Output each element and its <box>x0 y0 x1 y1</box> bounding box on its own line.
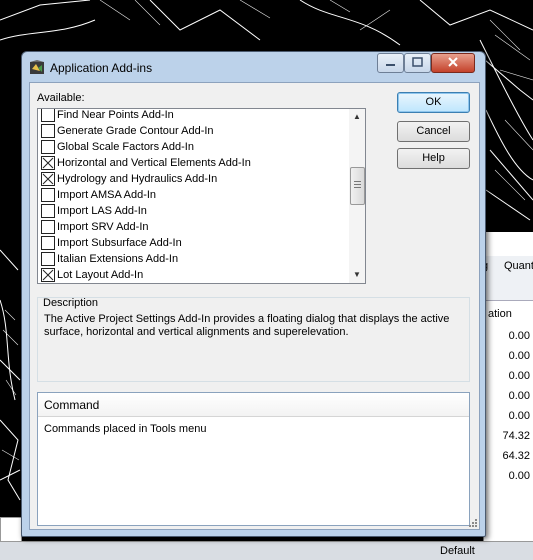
addin-label: Lot Layout Add-In <box>57 269 144 281</box>
minimize-icon <box>386 64 395 66</box>
addin-checkbox[interactable] <box>41 220 55 234</box>
panel-value: 0.00 <box>508 390 530 402</box>
background-quantity-panel: g Quant ation 0.00 0.00 0.00 0.00 0.00 7… <box>482 232 533 542</box>
close-button[interactable] <box>431 53 475 73</box>
list-item[interactable]: Horizontal and Vertical Elements Add-In <box>38 155 348 171</box>
list-item[interactable]: Lot Layout Add-In <box>38 267 348 283</box>
addin-checkbox[interactable] <box>41 109 55 122</box>
addin-label: Global Scale Factors Add-In <box>57 141 194 153</box>
addin-checkbox[interactable] <box>41 172 55 186</box>
command-column-header[interactable]: Command <box>38 393 469 417</box>
available-label: Available: <box>37 92 85 104</box>
addin-checkbox[interactable] <box>41 252 55 266</box>
panel-value: 0.00 <box>508 350 530 362</box>
list-item[interactable]: Import Subsurface Add-In <box>38 235 348 251</box>
resize-grip-icon[interactable] <box>467 517 477 527</box>
dialog-title: Application Add-ins <box>50 61 153 75</box>
panel-header-quantity: Quant <box>504 260 533 272</box>
addin-label: Find Near Points Add-In <box>57 109 174 121</box>
list-item[interactable]: Italian Extensions Add-In <box>38 251 348 267</box>
panel-value: 0.00 <box>508 470 530 482</box>
addin-checkbox[interactable] <box>41 156 55 170</box>
addin-checkbox[interactable] <box>41 140 55 154</box>
description-group: Description The Active Project Settings … <box>37 297 470 382</box>
list-item[interactable]: Import LAS Add-In <box>38 203 348 219</box>
background-left-field <box>0 517 22 543</box>
panel-value: 64.32 <box>502 450 530 462</box>
list-item[interactable]: Hydrology and Hydraulics Add-In <box>38 171 348 187</box>
addin-label: Import SRV Add-In <box>57 221 149 233</box>
title-bar[interactable]: Application Add-ins <box>22 52 485 82</box>
scroll-down-arrow-icon[interactable]: ▼ <box>349 267 365 283</box>
help-button[interactable]: Help <box>397 148 470 169</box>
maximize-button[interactable] <box>404 53 431 73</box>
addin-label: Italian Extensions Add-In <box>57 253 179 265</box>
addin-label: Import Subsurface Add-In <box>57 237 182 249</box>
application-addins-dialog: Application Add-ins Available: Find Near… <box>21 51 486 537</box>
panel-value: 0.00 <box>508 330 530 342</box>
checkbox-x-icon <box>42 157 54 169</box>
panel-value: 0.00 <box>508 410 530 422</box>
description-text: The Active Project Settings Add-In provi… <box>44 313 450 338</box>
ok-button[interactable]: OK <box>397 92 470 113</box>
list-scrollbar[interactable]: ▲ ▼ <box>349 109 365 283</box>
addin-checkbox[interactable] <box>41 236 55 250</box>
dialog-client-area: Available: Find Near Points Add-In Gener… <box>29 82 480 530</box>
addin-checkbox[interactable] <box>41 204 55 218</box>
panel-toolbar: g Quant <box>482 256 533 301</box>
list-item[interactable]: Import SRV Add-In <box>38 219 348 235</box>
maximize-icon <box>412 57 423 67</box>
panel-value: 74.32 <box>502 430 530 442</box>
checkbox-x-icon <box>42 173 54 185</box>
list-item[interactable]: Find Near Points Add-In <box>38 109 348 123</box>
addin-label: Generate Grade Contour Add-In <box>57 125 214 137</box>
status-text: Default <box>440 545 475 557</box>
cancel-button[interactable]: Cancel <box>397 121 470 142</box>
scroll-up-arrow-icon[interactable]: ▲ <box>349 109 365 125</box>
minimize-button[interactable] <box>377 53 404 73</box>
description-title: Description <box>43 297 99 309</box>
addins-list[interactable]: Find Near Points Add-In Generate Grade C… <box>37 108 366 284</box>
addin-label: Horizontal and Vertical Elements Add-In <box>57 157 251 169</box>
command-list[interactable]: Command Commands placed in Tools menu <box>37 392 470 526</box>
panel-column-header: ation <box>488 308 512 320</box>
addin-label: Hydrology and Hydraulics Add-In <box>57 173 218 185</box>
application-icon <box>30 60 44 74</box>
list-item[interactable]: Generate Grade Contour Add-In <box>38 123 348 139</box>
addin-label: Import AMSA Add-In <box>57 189 157 201</box>
command-header-label: Command <box>44 398 100 412</box>
scroll-thumb[interactable] <box>350 167 365 205</box>
close-icon <box>448 57 458 67</box>
addin-checkbox[interactable] <box>41 124 55 138</box>
list-item[interactable]: Global Scale Factors Add-In <box>38 139 348 155</box>
addin-checkbox[interactable] <box>41 268 55 282</box>
addin-label: Import LAS Add-In <box>57 205 147 217</box>
list-item[interactable]: Import AMSA Add-In <box>38 187 348 203</box>
checkbox-x-icon <box>42 269 54 281</box>
background-status-bar: Default <box>0 541 533 560</box>
panel-value: 0.00 <box>508 370 530 382</box>
addin-checkbox[interactable] <box>41 188 55 202</box>
command-row: Commands placed in Tools menu <box>44 423 207 435</box>
